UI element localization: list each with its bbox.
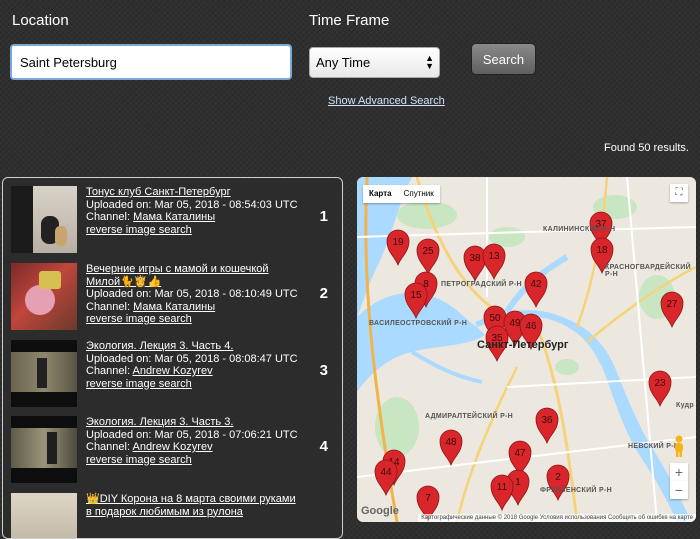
map-marker[interactable]: 27: [660, 291, 684, 329]
zoom-out-button[interactable]: −: [670, 481, 688, 499]
marker-label: 38: [469, 253, 481, 264]
video-thumbnail[interactable]: [11, 186, 77, 253]
map-marker[interactable]: 2: [546, 464, 570, 502]
video-thumbnail[interactable]: [11, 340, 77, 407]
video-thumbnail[interactable]: [11, 416, 77, 483]
advanced-search-link[interactable]: Show Advanced Search: [328, 95, 445, 107]
marker-label: 47: [514, 448, 526, 459]
channel-prefix: Channel:: [86, 441, 133, 453]
channel-link[interactable]: Мама Каталины: [133, 301, 215, 313]
district-label: Кудр: [676, 402, 694, 409]
video-title-link[interactable]: 👑DIY Корона на 8 марта своими руками в п…: [86, 493, 296, 518]
timeframe-label: Time Frame: [309, 12, 390, 29]
district-label: ПЕТРОГРАДСКИЙ Р-Н: [441, 281, 522, 288]
park: [555, 359, 579, 375]
pegman-icon[interactable]: [672, 435, 686, 457]
channel-link[interactable]: Andrew Kozyrev: [132, 365, 212, 377]
marker-label: 11: [497, 482, 508, 493]
marker-label: 13: [488, 251, 500, 262]
marker-label: 15: [410, 290, 422, 301]
fullscreen-icon[interactable]: ⛶: [670, 184, 688, 202]
result-item: Вечерние игры с мамой и кошечкой Милой🐈👸…: [11, 263, 336, 333]
district-label: КРАСНОГВАРДЕЙСКИЙ Р-Н: [605, 264, 691, 278]
result-number: 4: [319, 438, 328, 455]
channel-link[interactable]: Мама Каталины: [133, 211, 215, 223]
map-marker[interactable]: 19: [386, 229, 410, 267]
reverse-image-search-link[interactable]: reverse image search: [86, 378, 192, 390]
timeframe-select[interactable]: Any Time ▲ ▼: [309, 47, 440, 78]
zoom-in-button[interactable]: +: [670, 463, 688, 481]
map-marker[interactable]: 42: [524, 271, 548, 309]
map-marker[interactable]: 36: [535, 407, 559, 445]
select-arrows-icon: ▲ ▼: [425, 53, 434, 71]
map-type-satellite-button[interactable]: Спутник: [398, 185, 440, 203]
result-number: 3: [319, 362, 328, 379]
district-label: ВАСИЛЕОСТРОВСКИЙ Р-Н: [369, 320, 468, 327]
result-item: Экология. Лекция 3. Часть 3. Uploaded on…: [11, 416, 336, 486]
district-label: ФРУНЗЕНСКИЙ Р-Н: [540, 487, 612, 494]
result-number: 2: [319, 285, 328, 302]
marker-label: 2: [555, 472, 561, 483]
marker-label: 23: [654, 378, 666, 389]
district-label: КАЛИНИНСКИЙ Р-Н: [543, 226, 616, 233]
marker-label: 49: [509, 318, 521, 329]
map-marker[interactable]: 44: [374, 459, 398, 497]
map-marker[interactable]: 25: [416, 238, 440, 276]
result-item: Экология. Лекция 3. Часть 4. Uploaded on…: [11, 340, 336, 410]
video-title-link[interactable]: Экология. Лекция 3. Часть 4.: [86, 340, 233, 352]
marker-label: 48: [445, 437, 457, 448]
upload-date: Uploaded on: Mar 05, 2018 - 08:10:49 UTC: [86, 288, 298, 300]
upload-date: Uploaded on: Mar 05, 2018 - 08:54:03 UTC: [86, 198, 298, 211]
marker-label: 36: [541, 415, 553, 426]
map-marker[interactable]: 23: [648, 370, 672, 408]
marker-label: 18: [596, 245, 608, 256]
marker-label: 44: [380, 467, 392, 478]
location-label: Location: [12, 12, 69, 29]
upload-date: Uploaded on: Mar 05, 2018 - 07:06:21 UTC: [86, 428, 298, 441]
marker-label: 50: [489, 313, 501, 324]
results-panel[interactable]: Тонус клуб Санкт-Петербург Uploaded on: …: [2, 177, 343, 539]
timeframe-value: Any Time: [316, 55, 371, 70]
reverse-image-search-link[interactable]: reverse image search: [86, 313, 192, 325]
marker-label: 27: [666, 299, 678, 310]
video-thumbnail[interactable]: [11, 263, 77, 330]
result-number: 1: [319, 208, 328, 225]
reverse-image-search-link[interactable]: reverse image search: [86, 454, 192, 466]
map-type-control[interactable]: Карта Спутник: [363, 185, 440, 203]
channel-prefix: Channel:: [86, 300, 134, 313]
marker-label: 19: [392, 237, 404, 248]
result-item: Тонус клуб Санкт-Петербург Uploaded on: …: [11, 186, 336, 256]
video-thumbnail[interactable]: [11, 493, 77, 538]
channel-prefix: Channel:: [86, 365, 133, 377]
marker-layer: 192538 133718815422750 49 46352336481447244…: [374, 211, 684, 522]
reverse-image-search-link[interactable]: reverse image search: [86, 224, 192, 236]
marker-label: 42: [530, 279, 542, 290]
map-marker[interactable]: 11: [490, 474, 514, 512]
map-type-map-button[interactable]: Карта: [363, 185, 398, 203]
location-input[interactable]: [10, 44, 292, 80]
upload-date: Uploaded on: Mar 05, 2018 - 08:08:47 UTC: [86, 352, 298, 365]
google-logo: Google: [361, 505, 399, 517]
city-label: Санкт-Петербург: [477, 339, 569, 351]
map-marker[interactable]: 48: [439, 429, 463, 467]
video-title-link[interactable]: Вечерние игры с мамой и кошечкой Милой🐈👸…: [86, 263, 269, 288]
district-label: АДМИРАЛТЕЙСКИЙ Р-Н: [425, 413, 514, 420]
video-title-link[interactable]: Экология. Лекция 3. Часть 3.: [86, 416, 233, 428]
small-river: [410, 350, 483, 384]
map-attribution[interactable]: Картографические данные © 2018 Google Ус…: [418, 514, 696, 522]
channel-prefix: Channel:: [86, 211, 134, 223]
marker-label: 25: [422, 246, 434, 257]
channel-link[interactable]: Andrew Kozyrev: [132, 441, 212, 453]
map-marker[interactable]: 38: [463, 245, 487, 283]
marker-label: 1: [515, 477, 521, 488]
search-button[interactable]: Search: [471, 43, 536, 75]
marker-label: 7: [425, 493, 431, 504]
marker-label: 46: [525, 321, 537, 332]
results-map[interactable]: 19 25 38 13 37 18 8 15 42 27 50 49 46 35 23 36 48 14 47 2 44…: [357, 177, 696, 522]
video-title-link[interactable]: Тонус клуб Санкт-Петербург: [86, 186, 231, 198]
result-item: 👑DIY Корона на 8 марта своими руками в п…: [11, 493, 336, 538]
results-count: Found 50 results.: [604, 142, 689, 154]
